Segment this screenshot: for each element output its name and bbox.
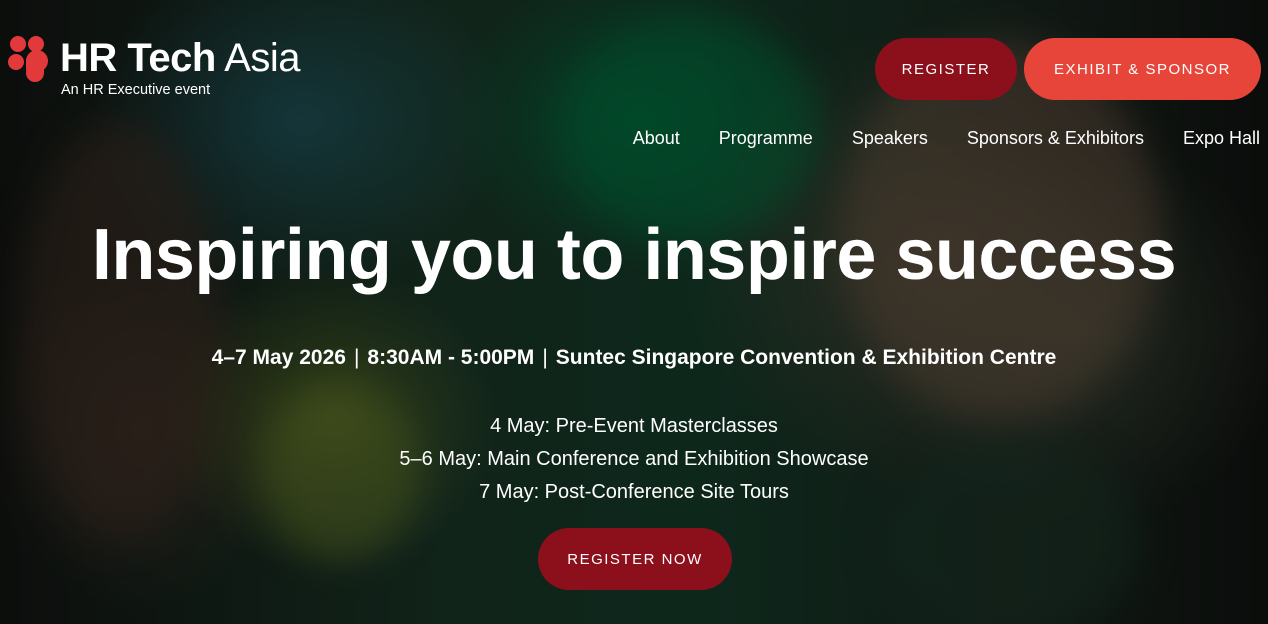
event-schedule: 4 May: Pre-Event Masterclasses 5–6 May: … [0,410,1268,509]
logo-text: HR Tech Asia An HR Executive event [60,36,300,98]
site-logo[interactable]: HR Tech Asia An HR Executive event [8,36,300,98]
main-nav: About Programme Speakers Sponsors & Exhi… [633,128,1260,149]
logo-tagline: An HR Executive event [61,82,211,98]
details-separator: | [542,346,548,369]
nav-item-about[interactable]: About [633,128,680,149]
schedule-item: 7 May: Post-Conference Site Tours [479,481,789,503]
nav-item-expo-hall[interactable]: Expo Hall [1183,128,1260,149]
logo-mark-icon [8,36,48,84]
exhibit-sponsor-button[interactable]: EXHIBIT & SPONSOR [1024,38,1261,100]
logo-name-light: Asia [224,36,300,80]
logo-title: HR Tech Asia [60,36,300,80]
hero-headline: Inspiring you to inspire success [91,215,1177,295]
register-button[interactable]: REGISTER [875,38,1017,100]
event-venue: Suntec Singapore Convention & Exhibition… [555,346,1057,369]
schedule-item: 5–6 May: Main Conference and Exhibition … [399,448,869,470]
nav-item-sponsors-exhibitors[interactable]: Sponsors & Exhibitors [967,128,1144,149]
hero-section: HR Tech Asia An HR Executive event REGIS… [0,0,1268,624]
logo-name-bold: HR Tech [60,36,216,80]
register-now-button[interactable]: REGISTER NOW [538,528,732,590]
schedule-item: 4 May: Pre-Event Masterclasses [490,415,778,437]
event-dates: 4–7 May 2026 [211,346,346,369]
nav-item-speakers[interactable]: Speakers [852,128,928,149]
details-separator: | [353,346,360,369]
nav-item-programme[interactable]: Programme [719,128,813,149]
event-time: 8:30AM - 5:00PM [367,346,535,369]
event-details: 4–7 May 2026 | 8:30AM - 5:00PM | Suntec Sing… [0,344,1268,372]
